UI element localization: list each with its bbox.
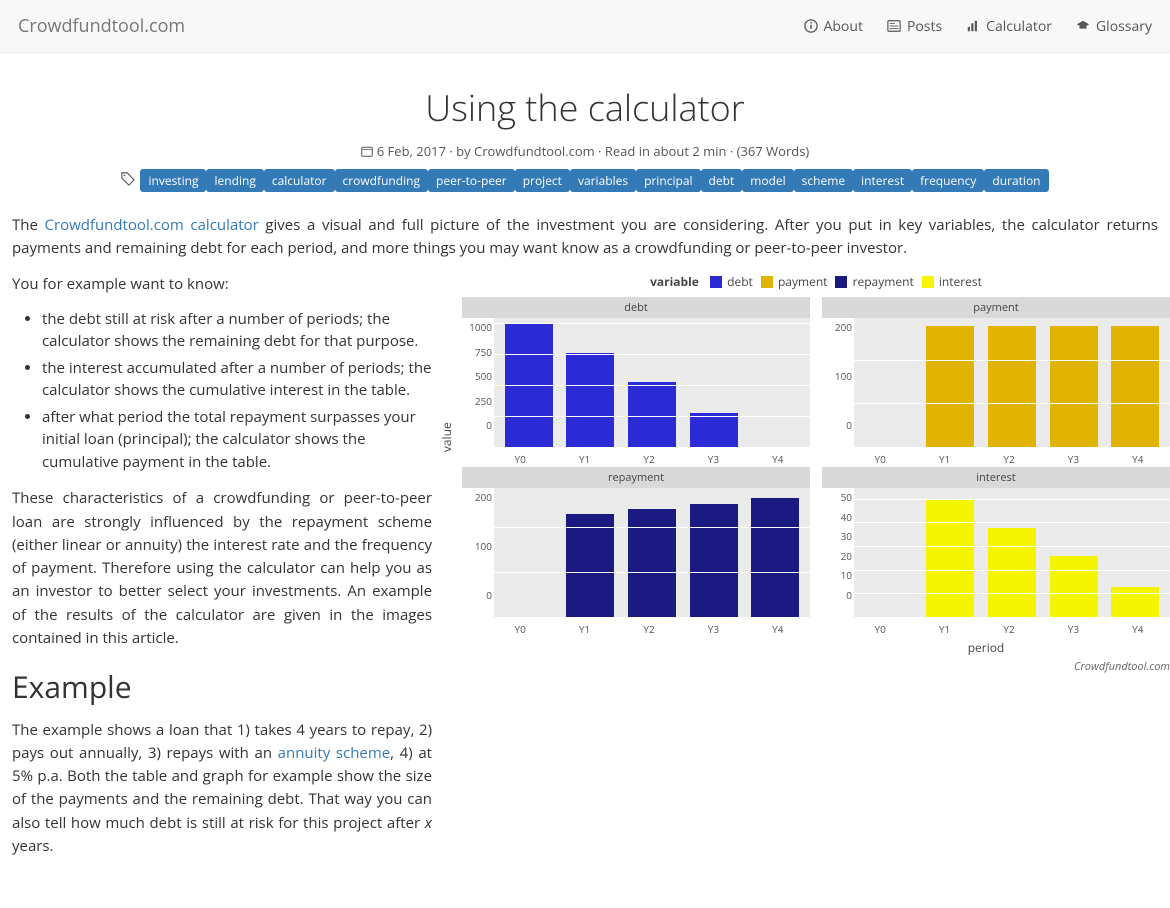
list-item: the interest accumulated after a number … [42, 357, 432, 402]
bar-payment-Y1 [926, 326, 974, 448]
chart-facets: debt10007505002500Y0Y1Y2Y3Y4payment20010… [456, 297, 1170, 637]
legend-entry-repayment: repayment [849, 273, 913, 290]
bar-debt-Y3 [690, 413, 738, 448]
list-item: the debt still at risk after a number of… [42, 308, 432, 353]
post-meta: 6 Feb, 2017 · by Crowdfundtool.com · Rea… [12, 142, 1158, 160]
example-paragraph-start: The example shows a loan that 1) takes 4… [12, 719, 432, 859]
tag-principal[interactable]: principal [636, 169, 700, 192]
bar-interest-Y1 [926, 500, 974, 618]
nav-label: Glossary [1096, 17, 1152, 36]
plot-area [494, 318, 810, 447]
nav-menu: About Posts Calculator Glossary [804, 17, 1152, 36]
y-axis-label: value [438, 422, 457, 452]
tag-frequency[interactable]: frequency [912, 169, 984, 192]
facet-repayment: repayment2001000 Y0Y1Y2Y3Y4 [456, 467, 816, 637]
facet-payment: payment2001000 Y0Y1Y2Y3Y4 [816, 297, 1170, 467]
x-axis-ticks: Y0Y1Y2Y3Y4 [848, 452, 1170, 468]
legend-label: variable [650, 273, 699, 290]
tag-interest[interactable]: interest [853, 169, 912, 192]
tag-model[interactable]: model [742, 169, 793, 192]
page-title: Using the calculator [12, 83, 1158, 132]
facet-interest: interest50403020100 Y0Y1Y2Y3Y4 [816, 467, 1170, 637]
x-axis-ticks: Y0Y1Y2Y3Y4 [848, 622, 1170, 638]
bar-repayment-Y2 [628, 509, 676, 618]
nav-calculator[interactable]: Calculator [966, 17, 1052, 36]
nav-posts[interactable]: Posts [887, 17, 942, 36]
news-icon [887, 19, 901, 33]
calendar-icon [361, 145, 373, 157]
facet-title: repayment [462, 467, 810, 488]
bar-repayment-Y1 [566, 514, 614, 618]
intro-paragraph: The Crowdfundtool.com calculator gives a… [12, 214, 1158, 261]
tag-debt[interactable]: debt [701, 169, 743, 192]
brand[interactable]: Crowdfundtool.com [18, 14, 185, 38]
y-axis-ticks: 50403020100 [822, 488, 854, 617]
bar-payment-Y2 [988, 326, 1036, 448]
content: Using the calculator 6 Feb, 2017 · by Cr… [0, 53, 1170, 908]
bar-interest-Y3 [1050, 556, 1098, 617]
info-icon [804, 19, 818, 33]
legend-entry-debt: debt [724, 273, 753, 290]
tag-scheme[interactable]: scheme [794, 169, 853, 192]
legend-entry-interest: interest [936, 273, 982, 290]
tag-investing[interactable]: investing [140, 169, 206, 192]
tag-lending[interactable]: lending [206, 169, 263, 192]
x-axis-ticks: Y0Y1Y2Y3Y4 [488, 452, 810, 468]
nav-label: Calculator [986, 17, 1052, 36]
list-item: after what period the total repayment su… [42, 406, 432, 474]
tag-calculator[interactable]: calculator [264, 169, 335, 192]
bar-interest-Y2 [988, 528, 1036, 617]
tag-peer-to-peer[interactable]: peer-to-peer [428, 169, 515, 192]
facet-title: payment [822, 297, 1170, 318]
navbar: Crowdfundtool.com About Posts Calculator… [0, 0, 1170, 53]
legend-swatch-debt [710, 276, 722, 288]
paragraph-characteristics: These characteristics of a crowdfunding … [12, 487, 432, 650]
x-axis-ticks: Y0Y1Y2Y3Y4 [488, 622, 810, 638]
nav-label: Posts [907, 17, 942, 36]
calculator-link[interactable]: Crowdfundtool.com calculator [45, 215, 259, 235]
tag-duration[interactable]: duration [984, 169, 1048, 192]
tags-icon [121, 172, 135, 186]
graduation-cap-icon [1076, 19, 1090, 33]
example-heading: Example [12, 664, 432, 711]
legend-swatch-payment [761, 276, 773, 288]
nav-label: About [824, 17, 863, 36]
bar-debt-Y1 [566, 353, 614, 448]
tag-project[interactable]: project [515, 169, 570, 192]
plot-area [854, 488, 1170, 617]
know-lead: You for example want to know: [12, 273, 432, 296]
intro-prefix: The [12, 215, 45, 235]
bar-debt-Y0 [505, 324, 553, 447]
chart-attribution: Crowdfundtool.com [456, 658, 1170, 675]
plot-area [854, 318, 1170, 447]
annuity-scheme-link[interactable]: annuity scheme [278, 743, 390, 763]
facet-title: interest [822, 467, 1170, 488]
bar-payment-Y3 [1050, 326, 1098, 448]
bar-payment-Y4 [1111, 326, 1159, 448]
facet-title: debt [462, 297, 810, 318]
bar-repayment-Y4 [751, 498, 799, 618]
tag-row: investinglendingcalculatorcrowdfundingpe… [12, 168, 1158, 190]
plot-area [494, 488, 810, 617]
x-axis-label: period [456, 639, 1170, 658]
tag-variables[interactable]: variables [570, 169, 636, 192]
legend-entry-payment: payment [775, 273, 828, 290]
legend-swatch-repayment [835, 276, 847, 288]
legend-swatch-interest [922, 276, 934, 288]
y-axis-ticks: 2001000 [462, 488, 494, 617]
y-axis-ticks: 10007505002500 [462, 318, 494, 447]
nav-about[interactable]: About [804, 17, 863, 36]
nav-glossary[interactable]: Glossary [1076, 17, 1152, 36]
meta-text: 6 Feb, 2017 · by Crowdfundtool.com · Rea… [377, 142, 810, 160]
facet-debt: debt10007505002500 Y0Y1Y2Y3Y4 [456, 297, 816, 467]
y-axis-ticks: 2001000 [822, 318, 854, 447]
bar-repayment-Y3 [690, 504, 738, 618]
tag-crowdfunding[interactable]: crowdfunding [335, 169, 429, 192]
chart-figure: variable debt payment repayment interest… [456, 273, 1170, 675]
chart-icon [966, 19, 980, 33]
bar-interest-Y4 [1111, 587, 1159, 618]
chart-legend: variable debt payment repayment interest [456, 273, 1170, 292]
know-list: the debt still at risk after a number of… [42, 308, 432, 474]
